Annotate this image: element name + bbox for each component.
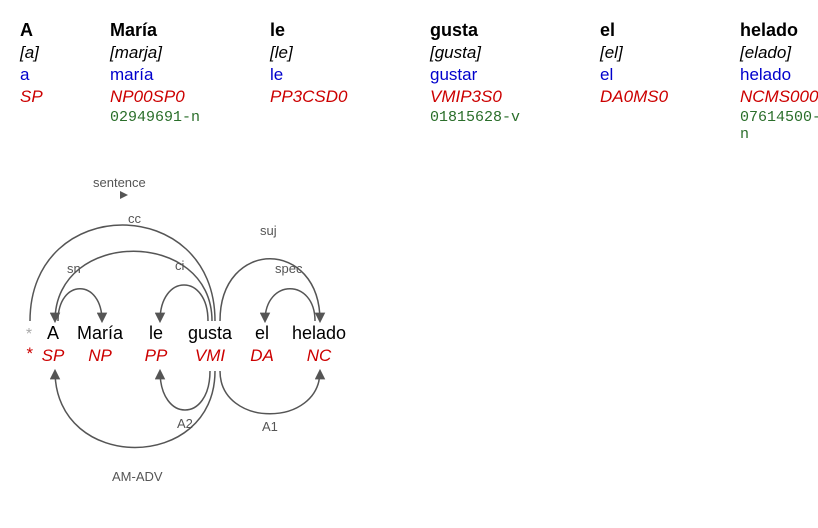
token-col-1: María [marja] maría NP00SP0 02949691-n [110,20,270,143]
token-sense [600,109,710,127]
dep-token-3: gusta VMI [180,323,240,366]
dep-word: A [47,323,59,344]
dep-token-0: A SP [38,323,68,366]
token-lemma: le [270,65,400,85]
dep-pos: NC [307,346,332,366]
token-word: le [270,20,400,41]
token-lemma: helado [740,65,800,85]
token-pos: PP3CSD0 [270,87,400,107]
arc-label-a1: A1 [262,419,278,434]
token-col-3: gusta [gusta] gustar VMIP3S0 01815628-v [430,20,600,143]
arc-label-sn: sn [67,261,81,276]
arc-label-sentence: sentence [93,175,146,190]
token-lemma: maría [110,65,240,85]
token-table: A [a] a SP María [marja] maría NP00SP0 0… [20,20,798,143]
arc-label-spec: spec [275,261,303,276]
dep-token-2: le PP [132,323,180,366]
token-sense: 07614500-n [740,109,800,143]
root-star: * [26,326,32,344]
dep-pos: NP [88,346,112,366]
dep-token-4: el DA [240,323,284,366]
dep-word: gusta [188,323,232,344]
root-pos-star: * [26,344,33,364]
dep-word: helado [292,323,346,344]
token-lemma: a [20,65,80,85]
arc-label-amadv: AM-ADV [112,469,163,484]
token-pos: SP [20,87,80,107]
token-phonetic: [elado] [740,43,800,63]
token-word: María [110,20,240,41]
token-word: el [600,20,710,41]
token-sense: 02949691-n [110,109,240,127]
token-lemma: el [600,65,710,85]
token-phonetic: [le] [270,43,400,63]
dep-word: María [77,323,123,344]
token-pos: NP00SP0 [110,87,240,107]
dependency-diagram: sentence cc sn ci suj spec A2 A1 AM-ADV … [20,173,400,483]
token-word: A [20,20,80,41]
token-phonetic: [el] [600,43,710,63]
dep-word: le [149,323,163,344]
token-pos: NCMS000 [740,87,800,107]
token-phonetic: [marja] [110,43,240,63]
dep-token-row: * * A SP María NP le PP gusta VMI el DA … [20,323,354,366]
arc-label-suj: suj [260,223,277,238]
dep-pos: PP [145,346,168,366]
token-sense [270,109,400,127]
token-col-4: el [el] el DA0MS0 [600,20,740,143]
dep-pos: SP [42,346,65,366]
token-sense: 01815628-v [430,109,570,127]
dep-pos: DA [250,346,274,366]
token-pos: DA0MS0 [600,87,710,107]
token-phonetic: [gusta] [430,43,570,63]
arc-label-ci: ci [175,258,185,273]
token-word: helado [740,20,800,41]
dep-pos: VMI [195,346,225,366]
dep-root: * * [20,326,38,364]
token-col-0: A [a] a SP [20,20,110,143]
token-word: gusta [430,20,570,41]
token-lemma: gustar [430,65,570,85]
dep-word: el [255,323,269,344]
token-pos: VMIP3S0 [430,87,570,107]
token-sense [20,109,80,127]
dep-token-1: María NP [68,323,132,366]
token-col-2: le [le] le PP3CSD0 [270,20,430,143]
token-phonetic: [a] [20,43,80,63]
arc-label-cc: cc [128,211,142,226]
dep-token-5: helado NC [284,323,354,366]
token-col-5: helado [elado] helado NCMS000 07614500-n [740,20,818,143]
